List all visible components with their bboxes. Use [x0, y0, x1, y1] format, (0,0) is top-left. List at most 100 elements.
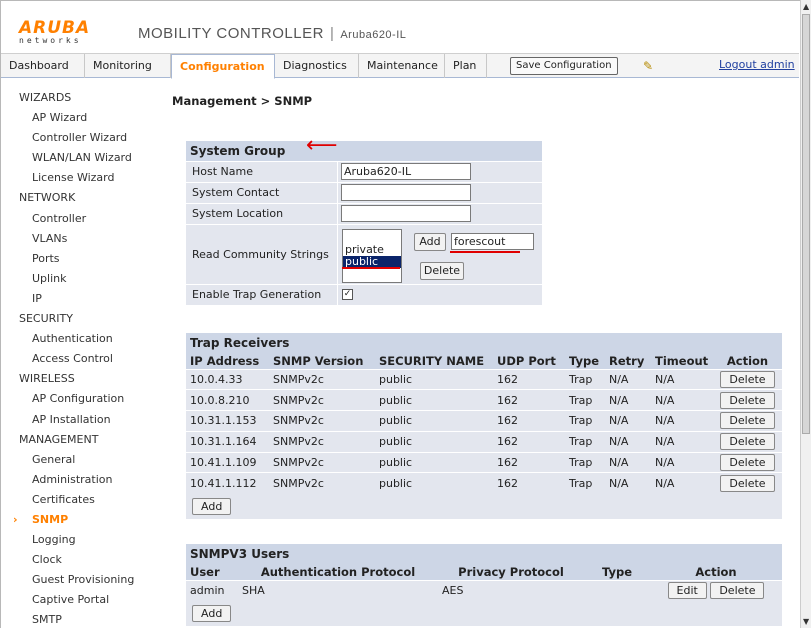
auth-cell: SHA	[238, 579, 438, 601]
column-header: Authentication Protocol	[238, 564, 438, 580]
red-underline	[342, 267, 400, 269]
table-cell: 162	[493, 472, 565, 494]
table-cell: SNMPv2c	[269, 472, 375, 494]
system-location-label: System Location	[186, 204, 337, 224]
table-row: 10.0.4.33 SNMPv2c public 162 Trap N/A N/A Delet…	[186, 368, 782, 390]
table-cell: N/A	[605, 430, 651, 453]
sidebar-item-general[interactable]: General	[1, 450, 161, 470]
logout-link[interactable]: Logout admin	[719, 58, 795, 71]
top-navigation: Dashboard Monitoring Configuration Diagn…	[1, 53, 799, 79]
column-header: Privacy Protocol	[438, 564, 584, 580]
sidebar-item-authentication[interactable]: Authentication	[1, 329, 161, 349]
table-cell: SNMPv2c	[269, 389, 375, 411]
delete-trap-receiver-button[interactable]: Delete	[720, 370, 775, 388]
sidebar-item-uplink[interactable]: Uplink	[1, 269, 161, 289]
sidebar-label: VLANs	[32, 231, 68, 245]
save-configuration-button[interactable]: Save Configuration	[510, 57, 618, 75]
sidebar-label: AP Configuration	[32, 392, 125, 406]
table-cell: N/A	[605, 410, 651, 432]
tab-diagnostics[interactable]: Diagnostics	[275, 54, 359, 78]
system-location-input[interactable]	[341, 205, 471, 222]
table-cell: public	[375, 451, 493, 473]
table-cell: Trap	[565, 451, 605, 473]
sidebar-section-wireless: WIRELESS	[1, 369, 161, 389]
scroll-up-icon[interactable]: ▲	[803, 2, 809, 11]
aruba-logo: ARUBA networks	[19, 20, 90, 46]
sidebar-item-smtp[interactable]: SMTP	[1, 610, 161, 628]
sidebar-section-network: NETWORK	[1, 188, 161, 208]
sidebar-item-controller[interactable]: Controller	[1, 209, 161, 229]
table-cell: 10.0.4.33	[186, 368, 269, 390]
scroll-down-icon[interactable]: ▼	[803, 617, 809, 626]
trap-generation-row: Enable Trap Generation ✓	[186, 284, 542, 305]
sidebar-item-logging[interactable]: Logging	[1, 530, 161, 550]
table-cell: N/A	[651, 472, 713, 494]
delete-community-button[interactable]: Delete	[420, 262, 464, 280]
table-cell: N/A	[605, 451, 651, 473]
table-row: 10.31.1.164 SNMPv2c public 162 Trap N/A N/A Del…	[186, 430, 782, 453]
sidebar-item-ap-installation[interactable]: AP Installation	[1, 410, 161, 430]
delete-trap-receiver-button[interactable]: Delete	[720, 412, 775, 430]
sidebar-item-certificates[interactable]: Certificates	[1, 490, 161, 510]
sidebar-label: Uplink	[32, 271, 67, 285]
table-cell: 162	[493, 430, 565, 453]
sidebar-item-license-wizard[interactable]: License Wizard	[1, 168, 161, 188]
vertical-scrollbar[interactable]: ▲ ▼	[800, 0, 811, 628]
snmpv3-users-title: SNMPV3 Users	[186, 544, 782, 564]
tab-maintenance[interactable]: Maintenance	[359, 54, 445, 78]
add-snmpv3-user-button[interactable]: Add	[192, 604, 232, 622]
trap-generation-checkbox[interactable]: ✓	[342, 289, 353, 300]
table-cell: 162	[493, 410, 565, 432]
add-trap-receiver-button[interactable]: Add	[192, 497, 232, 515]
delete-trap-receiver-button[interactable]: Delete	[720, 475, 775, 493]
host-name-input[interactable]: Aruba620-IL	[341, 163, 471, 180]
delete-user-button[interactable]: Delete	[710, 582, 765, 600]
column-header: IP Address	[186, 353, 269, 369]
app-title-text: MOBILITY CONTROLLER	[138, 25, 324, 42]
tab-dashboard[interactable]: Dashboard	[1, 54, 85, 78]
table-cell: N/A	[651, 410, 713, 432]
tab-plan[interactable]: Plan	[445, 54, 487, 78]
sidebar-item-clock[interactable]: Clock	[1, 550, 161, 570]
sidebar-label: MANAGEMENT	[19, 432, 99, 446]
sidebar-item-ap-wizard[interactable]: AP Wizard	[1, 108, 161, 128]
sidebar-item-vlans[interactable]: VLANs	[1, 229, 161, 249]
community-strings-listbox[interactable]: private public	[342, 229, 402, 283]
sidebar-item-captive-portal[interactable]: Captive Portal	[1, 590, 161, 610]
controller-hostname: Aruba620-IL	[340, 29, 407, 41]
sidebar-item-ap-configuration[interactable]: AP Configuration	[1, 389, 161, 409]
system-contact-input[interactable]	[341, 184, 471, 201]
delete-trap-receiver-button[interactable]: Delete	[720, 454, 775, 472]
sidebar-item-ports[interactable]: Ports	[1, 249, 161, 269]
delete-trap-receiver-button[interactable]: Delete	[720, 391, 775, 409]
community-strings-label: Read Community Strings	[186, 225, 337, 284]
scroll-thumb[interactable]	[802, 14, 810, 434]
column-header: Timeout	[651, 353, 713, 369]
pushpin-icon[interactable]: ✎	[643, 59, 655, 73]
add-community-button[interactable]: Add	[414, 233, 446, 251]
table-cell: Trap	[565, 410, 605, 432]
sidebar-item-ip[interactable]: IP	[1, 289, 161, 309]
table-cell: SNMPv2c	[269, 430, 375, 453]
sidebar-label: SECURITY	[19, 312, 73, 326]
sidebar-section-wizards: WIZARDS	[1, 88, 161, 108]
sidebar-item-snmp[interactable]: › SNMP	[1, 510, 161, 530]
sidebar-item-administration[interactable]: Administration	[1, 470, 161, 490]
edit-user-button[interactable]: Edit	[667, 582, 707, 600]
sidebar-label: WLAN/LAN Wizard	[32, 151, 132, 165]
sidebar-item-access-control[interactable]: Access Control	[1, 349, 161, 369]
sidebar-item-controller-wizard[interactable]: Controller Wizard	[1, 128, 161, 148]
table-cell: 162	[493, 451, 565, 473]
table-cell: 10.0.8.210	[186, 389, 269, 411]
tab-monitoring[interactable]: Monitoring	[85, 54, 171, 78]
sidebar-section-security: SECURITY	[1, 309, 161, 329]
table-cell: Trap	[565, 389, 605, 411]
community-string-input[interactable]: forescout	[451, 233, 534, 250]
delete-trap-receiver-button[interactable]: Delete	[720, 433, 775, 451]
trap-receivers-title: Trap Receivers	[186, 333, 782, 353]
sidebar-item-guest-provisioning[interactable]: Guest Provisioning	[1, 570, 161, 590]
column-header: Action	[713, 353, 782, 369]
sidebar-label: Access Control	[32, 352, 113, 366]
tab-configuration[interactable]: Configuration	[171, 54, 275, 79]
sidebar-item-wlan-lan-wizard[interactable]: WLAN/LAN Wizard	[1, 148, 161, 168]
